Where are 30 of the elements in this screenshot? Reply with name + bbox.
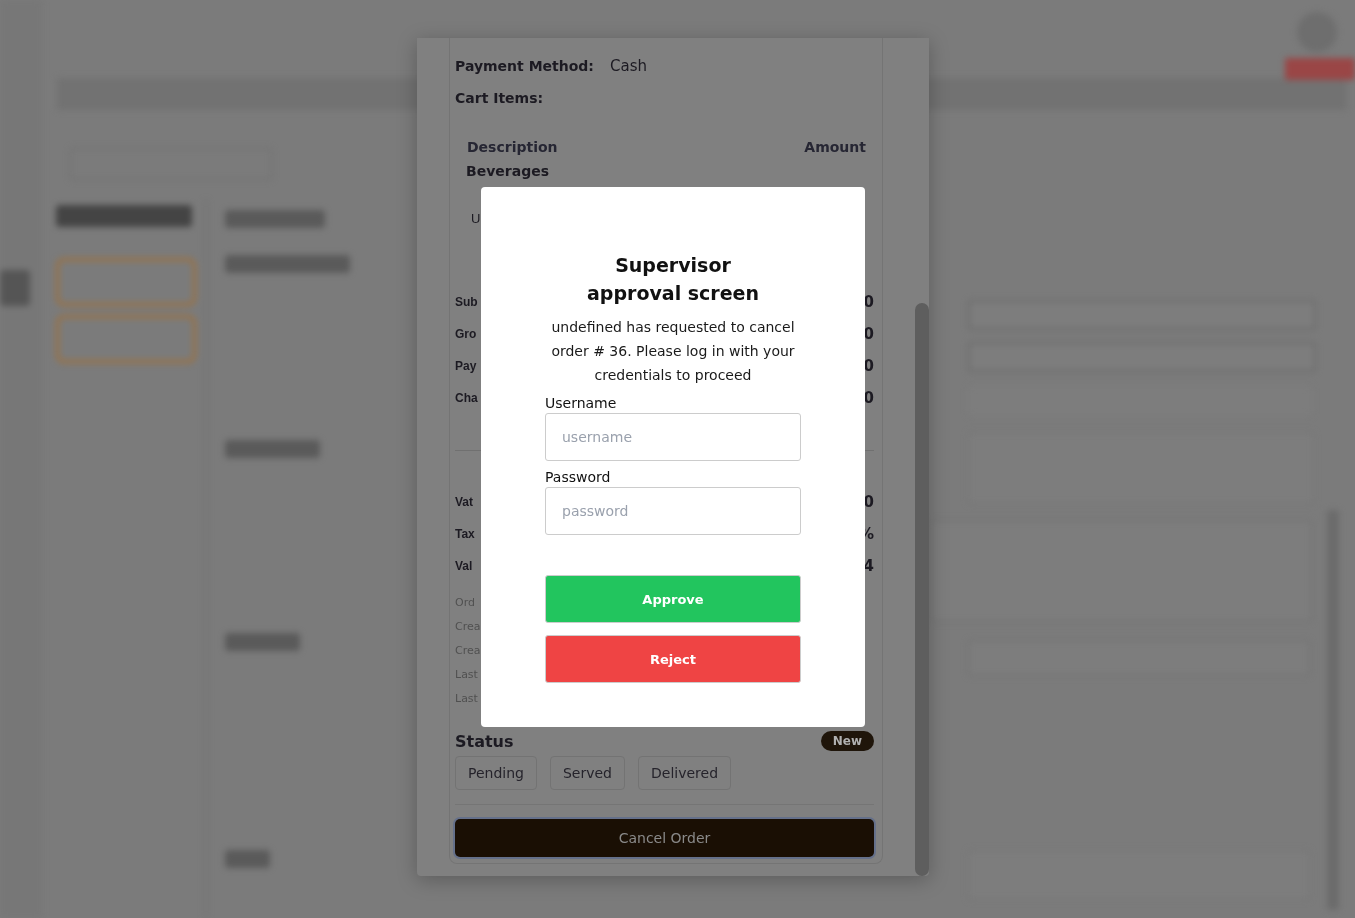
column-header: Amount	[804, 139, 866, 155]
dialog-message: undefined has requested to cancel order # 36. Please log in with your credentials to proceed	[550, 318, 796, 385]
column-header: Description	[467, 139, 558, 155]
input-field[interactable]: username	[545, 413, 801, 461]
dialog-title: Supervisor approval screen	[586, 253, 760, 306]
total-label: Tax	[455, 527, 475, 541]
status-label: Status	[455, 731, 514, 751]
status-badge: New	[820, 731, 874, 751]
scrollbar-thumb[interactable]	[915, 303, 929, 876]
payment-method-value: Cash	[609, 57, 647, 75]
total-value: 4	[863, 557, 874, 575]
total-label: Val	[455, 559, 473, 573]
summary-label: Sub	[455, 295, 478, 309]
input-field[interactable]: password	[545, 487, 801, 535]
category-title: Beverages	[466, 163, 549, 179]
cancel-order-button[interactable]: Cancel Order	[455, 819, 874, 857]
approve-button[interactable]: Approve	[545, 575, 801, 623]
field-label: Password	[545, 468, 612, 487]
summary-label: Pay	[455, 359, 477, 373]
cart-items-label: Cart Items:	[455, 90, 544, 106]
status-button[interactable]: Pending	[455, 756, 537, 790]
cart-item-text: U	[471, 211, 481, 228]
reject-button[interactable]: Reject	[545, 635, 801, 683]
payment-method-label: Payment Method:	[455, 58, 594, 74]
status-button[interactable]: Served	[549, 756, 625, 790]
status-button[interactable]: Delivered	[638, 756, 732, 790]
summary-label: Gro	[455, 327, 477, 341]
summary-label: Cha	[455, 391, 478, 405]
field-label: Username	[545, 394, 618, 413]
total-label: Vat	[455, 495, 473, 509]
